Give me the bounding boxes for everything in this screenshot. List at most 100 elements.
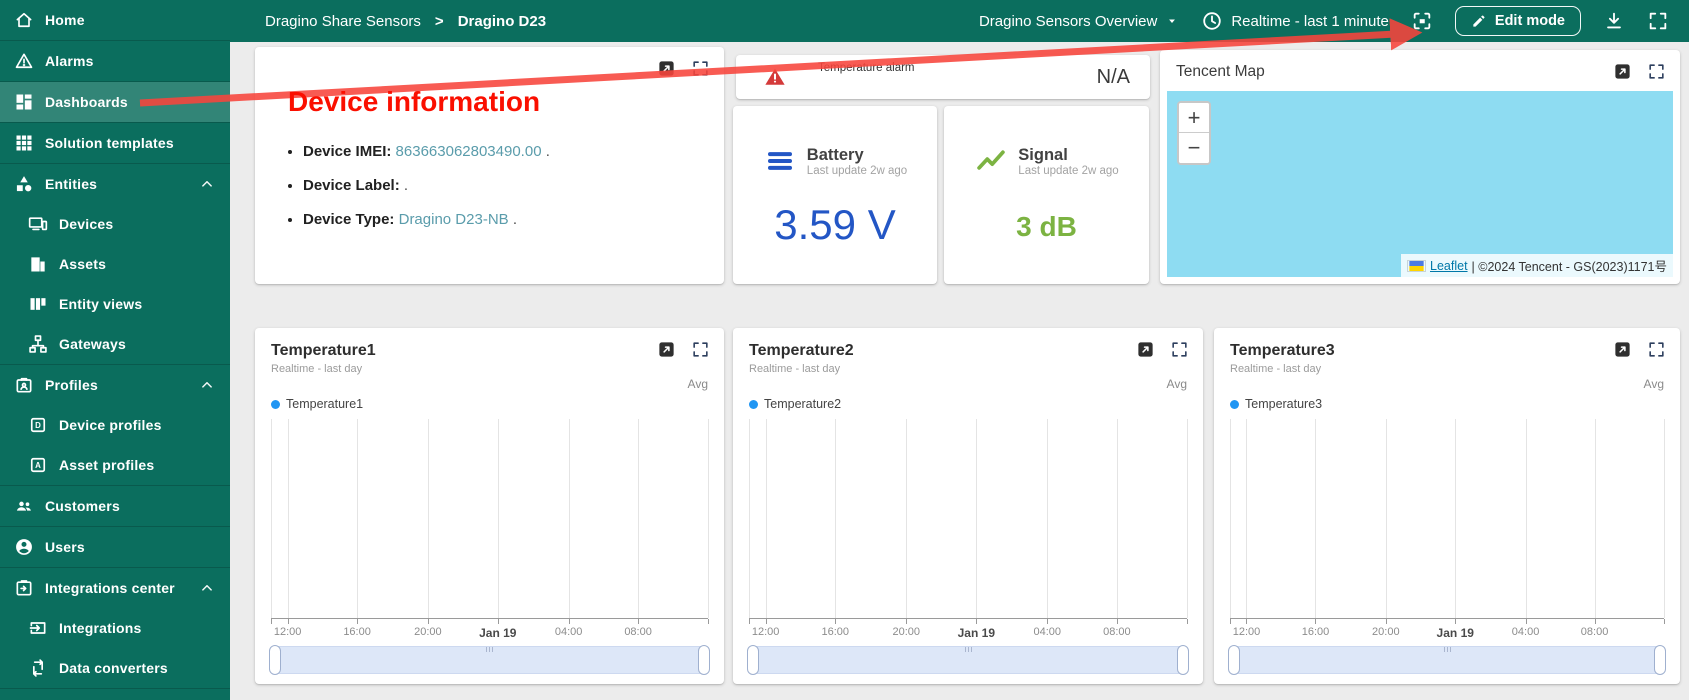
chart-legend-item[interactable]: Temperature1 [271,397,708,411]
gridline [638,419,640,618]
sidebar-item-integrations-center[interactable]: Integrations center [0,568,230,608]
axis-tick-label: 08:00 [1103,626,1131,638]
sidebar-item-dashboards[interactable]: Dashboards [0,82,230,122]
time-range-slider[interactable] [1228,645,1666,675]
time-range-slider[interactable] [747,645,1189,675]
sidebar-item-label: Assets [59,256,107,272]
expand-icon[interactable] [1170,340,1189,359]
sidebar-item-assets[interactable]: Assets [0,244,230,284]
axis-tick-mark [1385,619,1387,624]
sidebar-item-device-profiles[interactable]: D Device profiles [0,405,230,445]
chart-title: Temperature1 [271,342,376,359]
axis-tick-label: 16:00 [821,626,850,638]
device-type-value[interactable]: Dragino D23-NB [399,211,509,228]
device-imei-value[interactable]: 863663062803490.00 [396,143,542,160]
axis-tick-mark [835,619,837,624]
axis-tick-label: 04:00 [554,626,583,638]
sidebar-item-home[interactable]: Home [0,0,230,40]
map-zoom-in-button[interactable]: + [1179,103,1209,133]
expand-icon[interactable] [1647,340,1666,359]
breadcrumb-separator: > [434,12,444,30]
slider-handle-left[interactable] [269,645,281,675]
chart-plot-area[interactable] [749,419,1188,619]
edit-mode-button[interactable]: Edit mode [1454,6,1581,36]
top-header: Dragino Share Sensors > Dragino D23 Dragin… [230,0,1689,42]
device-imei-label: Device IMEI: [303,143,392,160]
home-icon [14,10,34,30]
breadcrumb-parent[interactable]: Dragino Share Sensors [265,13,421,30]
screenshot-icon[interactable] [1411,10,1433,32]
timewindow-button[interactable]: Realtime - last 1 minute [1201,10,1389,32]
slider-handle-right[interactable] [1654,645,1666,675]
sidebar-item-asset-profiles[interactable]: A Asset profiles [0,445,230,485]
map-canvas[interactable]: + − Leaflet | ©2024 Tencent - GS(2023)11… [1167,91,1673,277]
axis-tick-label: 08:00 [624,626,652,638]
sidebar-item-entities[interactable]: Entities [0,164,230,204]
dashboard-select[interactable]: Dragino Sensors Overview [979,13,1179,30]
slider-grip[interactable] [959,647,977,652]
expand-icon[interactable] [1647,62,1666,81]
sidebar-item-users[interactable]: Users [0,527,230,567]
devices-icon [28,214,48,234]
breadcrumb: Dragino Share Sensors > Dragino D23 [265,13,546,30]
slider-handle-left[interactable] [747,645,759,675]
slider-handle-right[interactable] [1177,645,1189,675]
slider-handle-right[interactable] [698,645,710,675]
sidebar-item-label: Users [45,539,85,555]
export-icon[interactable] [1136,340,1155,359]
asset-profiles-icon: A [28,455,48,475]
export-icon[interactable] [1613,62,1632,81]
clock-icon [1201,10,1223,32]
signal-icon [974,146,1008,176]
chart-plot-area[interactable] [1230,419,1665,619]
sidebar-item-customers[interactable]: Customers [0,486,230,526]
time-range-slider[interactable] [269,645,710,675]
device-imei-row: Device IMEI: 863663062803490.00 . [303,143,724,160]
expand-icon[interactable] [691,340,710,359]
tencent-map-card: Tencent Map + − Leaflet | ©2024 Tencent … [1160,50,1680,284]
sidebar-item-solution-templates[interactable]: Solution templates [0,123,230,163]
gridline [765,419,767,618]
chart-timewindow: Realtime - last day [271,363,363,375]
users-icon [14,537,34,557]
slider-handle-left[interactable] [1228,645,1240,675]
sidebar-item-gateways[interactable]: Gateways [0,324,230,364]
export-icon[interactable] [657,59,676,78]
slider-grip[interactable] [481,647,499,652]
signal-card: Signal Last update 2w ago 3 dB [944,106,1149,284]
chart-timewindow: Realtime - last day [1230,363,1322,375]
alarm-title: Temperature alarm [818,62,915,74]
gridline [1315,419,1317,618]
sidebar-item-alarms[interactable]: Alarms [0,41,230,81]
export-icon[interactable] [1613,340,1632,359]
download-icon[interactable] [1603,10,1625,32]
axis-tick-mark [1116,619,1118,624]
axis-tick-mark [708,619,709,624]
ukraine-flag-icon [1407,259,1427,272]
dashboards-icon [14,92,34,112]
axis-tick-mark [287,619,289,624]
gridline [287,419,289,618]
axis-tick-label: 16:00 [343,626,371,638]
gridline [271,419,272,618]
sidebar-item-data-converters[interactable]: Data converters [0,648,230,688]
chart-legend-item[interactable]: Temperature3 [1230,397,1664,411]
chart-legend-item[interactable]: Temperature2 [749,397,1187,411]
battery-last-update: Last update 2w ago [806,164,908,177]
signal-last-update: Last update 2w ago [1018,164,1119,177]
sidebar-item-label: Alarms [45,53,94,69]
device-profiles-icon: D [28,415,48,435]
sidebar-item-devices[interactable]: Devices [0,204,230,244]
slider-grip[interactable] [1438,647,1456,652]
fullscreen-icon[interactable] [1647,10,1669,32]
export-icon[interactable] [657,340,676,359]
sidebar-item-integrations[interactable]: Integrations [0,608,230,648]
legend-dot-icon [749,399,758,409]
expand-icon[interactable] [691,59,710,78]
battery-icon [763,146,797,176]
map-zoom-out-button[interactable]: − [1179,133,1209,163]
leaflet-link[interactable]: Leaflet [1430,259,1468,273]
chart-plot-area[interactable] [271,419,709,619]
sidebar-item-profiles[interactable]: Profiles [0,365,230,405]
sidebar-item-entity-views[interactable]: Entity views [0,284,230,324]
